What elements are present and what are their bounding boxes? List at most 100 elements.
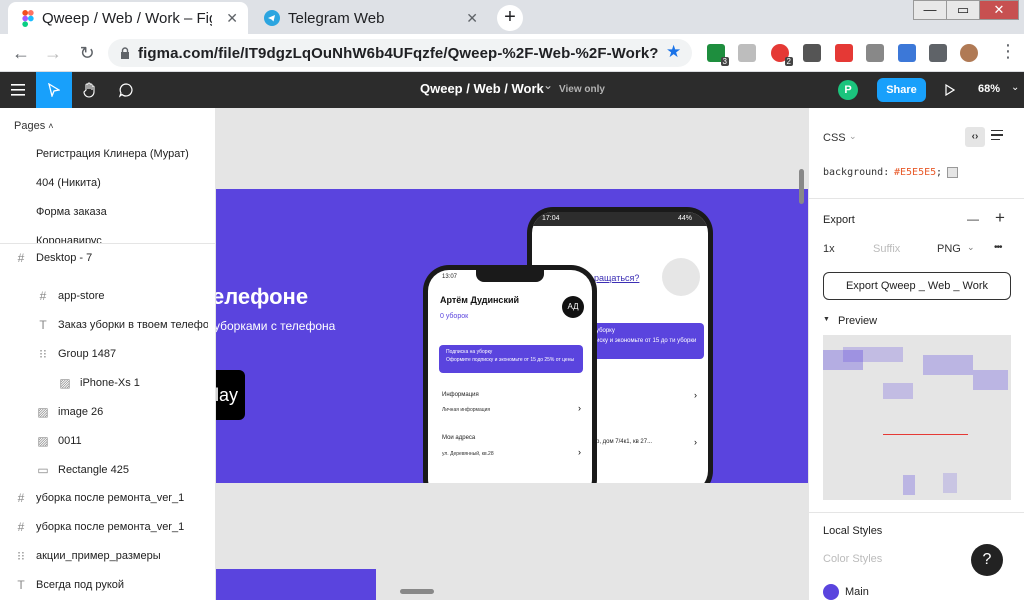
share-button[interactable]: Share — [877, 78, 926, 102]
main-style-label[interactable]: Main — [845, 586, 869, 598]
back-arrow-icon[interactable]: ← — [10, 42, 32, 64]
export-format[interactable]: PNG — [937, 243, 961, 255]
tab-telegram[interactable]: Telegram Web ✕ — [250, 2, 488, 34]
extension-vee-icon[interactable] — [866, 44, 884, 62]
layer-row[interactable]: ▨ 0011 — [0, 427, 216, 455]
minimize-button[interactable]: — — [913, 0, 947, 20]
new-tab-button[interactable]: + — [497, 5, 523, 31]
layer-row[interactable]: # уборка после ремонта_ver_1 — [0, 484, 216, 512]
layer-row[interactable]: # Desktop - 7 — [0, 244, 216, 272]
export-label: Export — [823, 214, 855, 226]
page-item[interactable]: 404 (Никита) — [36, 177, 101, 189]
extension-opera-icon[interactable]: 2 — [771, 44, 793, 66]
preview-label[interactable]: Preview — [838, 315, 877, 327]
section-info: Информация — [442, 392, 479, 398]
image-icon: ▨ — [37, 405, 49, 419]
maximize-button[interactable]: ▭ — [946, 0, 980, 20]
main-color-swatch[interactable] — [823, 584, 839, 600]
extension-lock-icon[interactable] — [898, 44, 916, 62]
css-chevron-icon[interactable]: ⌄ — [849, 131, 857, 142]
bookmark-star-icon[interactable]: ★ — [666, 42, 681, 62]
hero-title: елефоне — [216, 284, 309, 309]
file-menu-chevron-icon[interactable]: ⌄ — [543, 78, 553, 92]
hand-tool-icon[interactable] — [72, 72, 108, 108]
next-frame-preview[interactable] — [216, 569, 376, 600]
close-tab-icon[interactable]: ✕ — [466, 10, 478, 27]
comment-tool-icon[interactable] — [108, 72, 144, 108]
extension-youtube-icon[interactable] — [835, 44, 853, 62]
vertical-scrollbar[interactable] — [799, 169, 804, 204]
layer-row[interactable]: # уборка после ремонта_ver_1 — [0, 513, 216, 541]
section-addresses: Мои адреса — [442, 435, 476, 441]
layer-row[interactable]: T Всегда под рукой — [0, 571, 216, 599]
card-title: уборку — [596, 328, 615, 334]
extensions-puzzle-icon[interactable] — [929, 44, 947, 62]
css-label[interactable]: CSS — [823, 132, 846, 144]
battery-level: 44% — [677, 215, 692, 222]
layer-row[interactable]: ⁝⁝ Group 1487 — [0, 340, 216, 368]
zoom-level[interactable]: 68% — [978, 83, 1000, 95]
orders-count: 0 уборок — [440, 313, 469, 320]
forward-arrow-icon[interactable]: → — [42, 42, 64, 64]
tab-title: Qweep / Web / Work – Figma — [42, 9, 212, 27]
horizontal-scrollbar[interactable] — [400, 589, 434, 594]
more-options-icon[interactable]: ••• — [994, 242, 1002, 253]
browser-tab-bar: Qweep / Web / Work – Figma ✕ Telegram We… — [0, 0, 1024, 34]
desktop-frame[interactable]: елефоне уборками с телефона lay 17:04 44… — [216, 189, 808, 483]
section-divider — [809, 512, 1024, 513]
add-export-icon[interactable]: + — [995, 208, 1005, 228]
present-play-icon[interactable] — [932, 72, 968, 108]
tab-title: Telegram Web — [288, 9, 385, 27]
remove-export-icon[interactable]: — — [967, 212, 979, 226]
layer-row[interactable]: ▨ iPhone-Xs 1 — [0, 369, 216, 397]
format-chevron-icon[interactable]: ⌄ — [967, 242, 975, 253]
chevron-right-icon: › — [694, 437, 697, 447]
main-menu-icon[interactable] — [0, 72, 36, 108]
extension-sheets-icon[interactable]: 3 — [707, 44, 729, 66]
layer-row[interactable]: ▭ Rectangle 425 — [0, 456, 216, 484]
page-item[interactable]: Форма заказа — [36, 206, 107, 218]
address-item: ул. Деревянный, кв.28 — [442, 451, 494, 457]
code-view-icon[interactable]: ‹› — [965, 127, 985, 147]
profile-avatar[interactable] — [960, 44, 978, 62]
chevron-right-icon: › — [578, 447, 581, 457]
text-icon: T — [39, 318, 47, 332]
extension-trash-icon[interactable] — [803, 44, 821, 62]
export-button[interactable]: Export Qweep _ Web _ Work — [823, 272, 1011, 300]
collapse-chevron-icon: ˄ — [48, 121, 54, 131]
text-icon: T — [17, 578, 25, 592]
zoom-chevron-icon[interactable]: ⌄ — [1011, 82, 1019, 93]
layer-row[interactable]: # app-store — [0, 282, 216, 310]
export-suffix-input[interactable]: Suffix — [873, 243, 900, 255]
pages-header[interactable]: Pages ˄ — [14, 120, 54, 132]
design-canvas[interactable]: елефоне уборками с телефона lay 17:04 44… — [216, 108, 808, 600]
file-title[interactable]: Qweep / Web / Work — [420, 81, 544, 96]
lock-icon — [121, 47, 129, 59]
tab-figma[interactable]: Qweep / Web / Work – Figma ✕ — [8, 2, 248, 34]
login-link: ращаться? — [594, 273, 640, 283]
preview-caret-icon[interactable]: ▼ — [823, 316, 830, 323]
image-icon: ▨ — [59, 376, 71, 390]
help-button[interactable]: ? — [971, 544, 1003, 576]
layer-row[interactable]: ⁝⁝ акции_пример_размеры — [0, 542, 216, 570]
user-name: Артём Дудинский — [440, 295, 520, 305]
color-styles-label: Color Styles — [823, 553, 883, 565]
close-tab-icon[interactable]: ✕ — [226, 10, 238, 27]
move-tool-icon[interactable] — [36, 72, 72, 108]
list-view-icon[interactable] — [991, 130, 1003, 142]
close-window-button[interactable]: ✕ — [979, 0, 1019, 20]
frame-hash-icon: # — [17, 491, 25, 505]
rectangle-icon: ▭ — [37, 463, 49, 477]
view-only-label: View only — [559, 84, 605, 95]
address-bar[interactable]: figma.com/file/IT9dgzLqOuNhW6b4UFqzfe/Qw… — [108, 39, 692, 67]
export-scale[interactable]: 1x — [823, 243, 835, 255]
browser-menu-icon[interactable]: ⋮ — [999, 41, 1017, 62]
layer-row[interactable]: ▨ image 26 — [0, 398, 216, 426]
personal-info-item: Личная информация — [442, 407, 491, 413]
layer-row[interactable]: T Заказ уборки в твоем телефоне — [0, 311, 216, 339]
reload-icon[interactable]: ↻ — [76, 42, 98, 64]
extension-camera-icon[interactable] — [738, 44, 756, 62]
user-avatar[interactable]: P — [838, 80, 858, 100]
page-item[interactable]: Регистрация Клинера (Мурат) — [36, 148, 189, 160]
telegram-favicon-icon — [264, 10, 280, 26]
